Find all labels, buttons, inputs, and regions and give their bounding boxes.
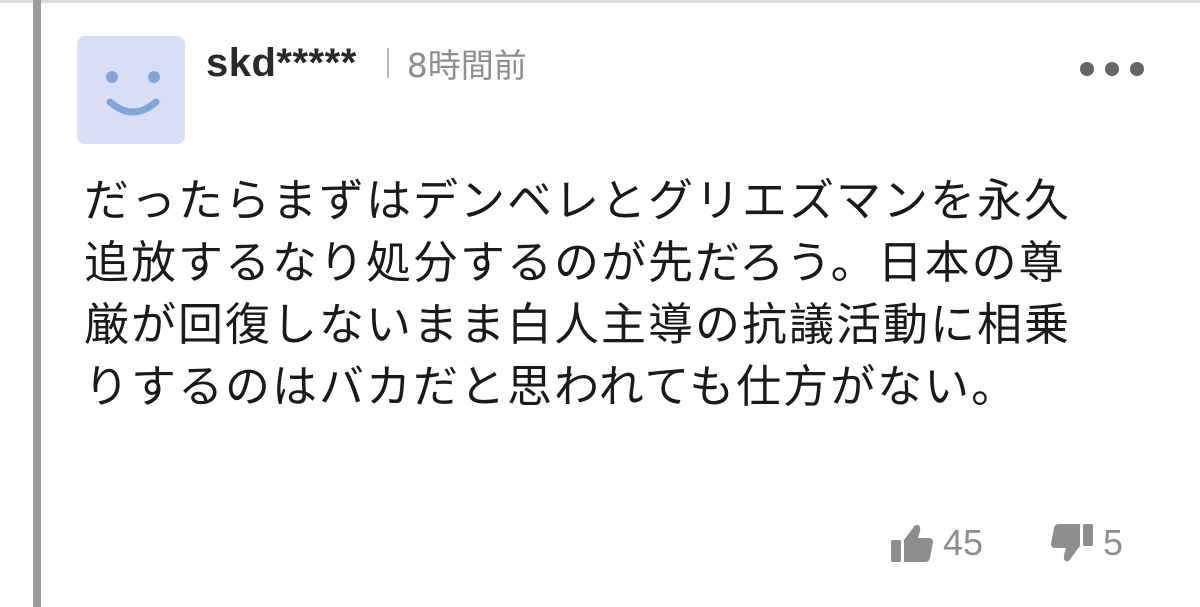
- like-count: 45: [943, 522, 984, 563]
- thread-line: [33, 0, 41, 607]
- comment-body-line: 厳が回復しないまま白人主導の抗議活動に相乗: [84, 298, 1072, 351]
- thumbs-down-icon: [1051, 524, 1094, 562]
- username[interactable]: skd*****: [206, 41, 357, 86]
- comment-body-line: 追放するなり処分するのが先だろう。日本の尊: [84, 236, 1066, 289]
- header-separator: [386, 48, 389, 78]
- more-dots-icon: [1080, 62, 1144, 76]
- comment-body-line: だったらまずはデンベレとグリエズマンを永久: [84, 174, 1072, 227]
- like-button[interactable]: 45: [889, 520, 983, 566]
- comment-body: だったらまずはデンベレとグリエズマンを永久 追放するなり処分するのが先だろう。日…: [84, 170, 1179, 418]
- dislike-button[interactable]: 5: [1049, 520, 1123, 566]
- comment-header: skd***** 8時間前: [206, 38, 527, 88]
- reaction-bar: 45 5: [889, 518, 1123, 568]
- dislike-count: 5: [1103, 522, 1124, 563]
- timestamp: 8時間前: [406, 46, 527, 85]
- smiley-face-icon: [106, 71, 160, 116]
- thumbs-up-icon: [891, 524, 933, 562]
- avatar[interactable]: [77, 36, 185, 144]
- comment-body-line: りするのはバカだと思われても仕方がない。: [84, 360, 1019, 413]
- comment-card: skd***** 8時間前 だったらまずはデンベレとグリエズマンを永久 追放する…: [41, 0, 1200, 607]
- more-options-button[interactable]: [1075, 54, 1149, 84]
- comment-page: skd***** 8時間前 だったらまずはデンベレとグリエズマンを永久 追放する…: [0, 0, 1200, 607]
